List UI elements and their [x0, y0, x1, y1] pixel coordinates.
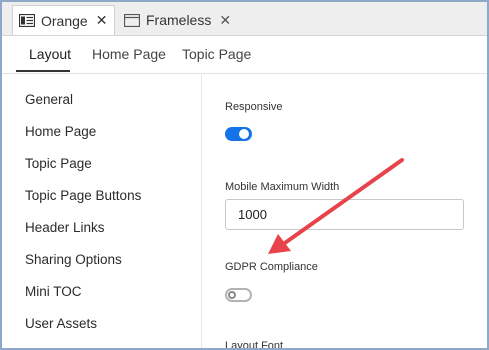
mobile-width-label: Mobile Maximum Width [225, 181, 340, 193]
sidebar-item-user-assets[interactable]: User Assets [25, 316, 97, 331]
doc-tab-frameless[interactable]: Frameless ✕ [120, 5, 231, 35]
window-icon [123, 13, 141, 27]
responsive-label: Responsive [225, 101, 283, 113]
settings-panel: Responsive Mobile Maximum Width GDPR Com… [203, 75, 487, 350]
settings-tab-bar: Layout Home Page Topic Page [2, 36, 487, 74]
sidebar-item-topic-page-buttons[interactable]: Topic Page Buttons [25, 188, 141, 203]
settings-sidebar: General Home Page Topic Page Topic Page … [2, 75, 202, 348]
close-icon[interactable]: ✕ [96, 12, 108, 29]
sidebar-item-topic-page[interactable]: Topic Page [25, 156, 92, 171]
sidebar-item-header-links[interactable]: Header Links [25, 220, 105, 235]
responsive-toggle[interactable] [225, 127, 252, 141]
close-icon[interactable]: ✕ [219, 12, 231, 29]
mobile-width-input[interactable] [225, 199, 464, 230]
sidebar-item-mini-toc[interactable]: Mini TOC [25, 284, 82, 299]
doc-tab-label: Frameless [146, 12, 212, 28]
tab-topic-page[interactable]: Topic Page [182, 46, 251, 62]
tab-home-page[interactable]: Home Page [92, 46, 166, 62]
doc-tab-orange[interactable]: Orange ✕ [12, 5, 115, 35]
gdpr-label: GDPR Compliance [225, 261, 318, 273]
document-tab-bar: Orange ✕ Frameless ✕ [2, 2, 487, 36]
app-window: Orange ✕ Frameless ✕ Layout Home Page To… [0, 0, 489, 350]
sidebar-item-general[interactable]: General [25, 92, 73, 107]
active-tab-indicator [16, 70, 70, 72]
layout-icon [18, 13, 36, 28]
tab-layout[interactable]: Layout [29, 46, 71, 62]
toggle-knob [228, 291, 236, 299]
layout-font-label: Layout Font [225, 340, 284, 350]
doc-tab-label: Orange [41, 12, 88, 29]
gdpr-toggle[interactable] [225, 288, 252, 302]
toggle-knob [239, 129, 249, 139]
sidebar-item-sharing-options[interactable]: Sharing Options [25, 252, 122, 267]
sidebar-item-home-page[interactable]: Home Page [25, 124, 96, 139]
